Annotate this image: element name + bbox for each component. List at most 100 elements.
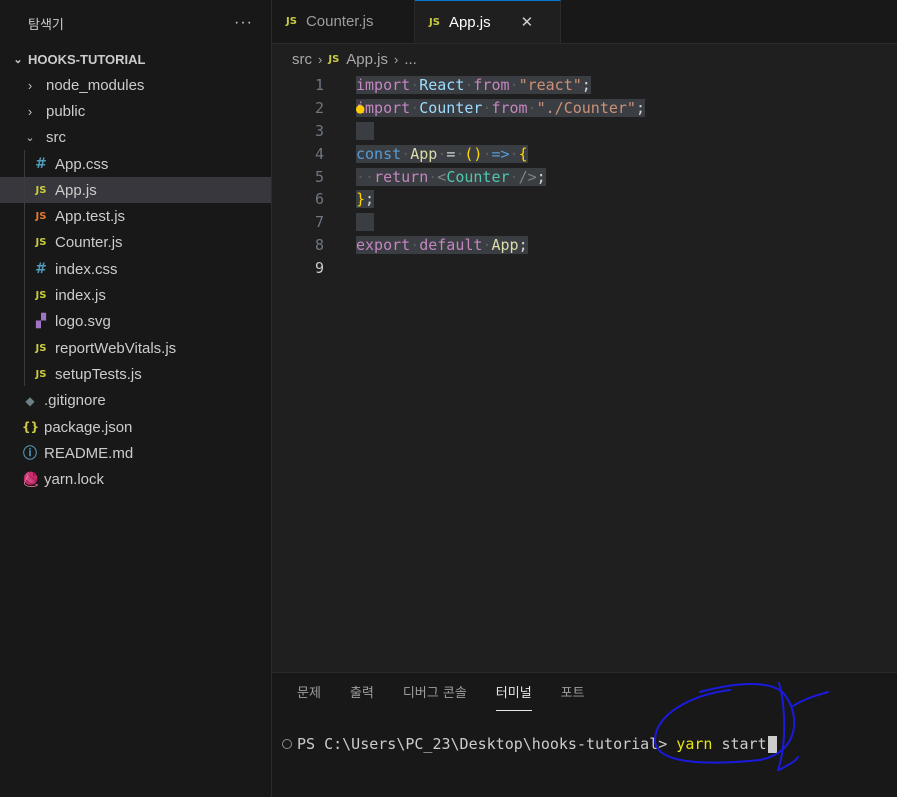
file-counter-js[interactable]: JS Counter.js xyxy=(0,230,271,256)
file-label: index.css xyxy=(55,260,118,278)
js-file-icon: JS xyxy=(328,53,340,65)
json-file-icon: {} xyxy=(22,420,40,434)
js-file-icon: JS xyxy=(35,237,47,249)
terminal-cursor xyxy=(767,735,777,753)
chevron-down-icon: ⌄ xyxy=(25,132,35,145)
folder-src[interactable]: ⌄ src xyxy=(0,125,271,151)
bottom-panel: 문제 출력 디버그 콘솔 터미널 포트 PS C:\Users\PC_23\De… xyxy=(272,672,897,797)
project-root[interactable]: ⌄ HOOKS-TUTORIAL xyxy=(0,46,271,72)
chevron-right-icon: › xyxy=(318,51,323,67)
tab-label: Counter.js xyxy=(305,13,374,30)
breadcrumb-file[interactable]: App.js xyxy=(346,51,388,68)
tab-output[interactable]: 출력 xyxy=(350,682,374,711)
tab-label: App.js xyxy=(448,13,491,31)
code-editor[interactable]: 1 import·React·from·"react"; 2 import·Co… xyxy=(272,74,897,279)
file-label: package.json xyxy=(44,418,133,436)
explorer-header: 탐색기 ··· xyxy=(0,0,271,46)
line-number: 4 xyxy=(314,144,324,163)
chevron-right-icon: › xyxy=(393,51,399,67)
breadcrumb: src › JS App.js › ... xyxy=(272,44,897,74)
code-line-2: 2 import·Counter·from·"./Counter"; xyxy=(272,97,897,120)
file-label: reportWebVitals.js xyxy=(55,339,177,357)
code-line-3: 3 xyxy=(272,120,897,143)
file-label: yarn.lock xyxy=(44,471,105,489)
file-app-test-js[interactable]: JS App.test.js xyxy=(0,203,271,229)
js-file-icon: JS xyxy=(286,16,297,27)
tab-debug-console[interactable]: 디버그 콘솔 xyxy=(403,682,467,711)
folder-label: node_modules xyxy=(46,76,145,94)
css-file-icon: # xyxy=(35,156,47,173)
terminal-input-line[interactable]: PS C:\Users\PC_23\Desktop\hooks-tutorial… xyxy=(282,735,777,753)
lightbulb-icon[interactable]: ● xyxy=(356,101,364,117)
indent-guide xyxy=(24,150,25,386)
code-line-7: 7 xyxy=(272,211,897,234)
file-setup-tests-js[interactable]: JS setupTests.js xyxy=(0,361,271,387)
editor-tabs: JS Counter.js JS App.js ✕ xyxy=(272,0,897,44)
chevron-down-icon: ⌄ xyxy=(13,53,23,66)
tab-problems[interactable]: 문제 xyxy=(297,682,321,711)
close-icon[interactable]: ✕ xyxy=(521,13,534,31)
file-readme-md[interactable]: ⓘ README.md xyxy=(0,440,271,466)
file-app-js[interactable]: JS App.js xyxy=(0,177,271,204)
tab-terminal[interactable]: 터미널 xyxy=(495,682,532,711)
file-index-js[interactable]: JS index.js xyxy=(0,282,271,308)
chevron-right-icon: › xyxy=(27,77,33,93)
git-file-icon: ◆ xyxy=(25,393,35,408)
folder-label: src xyxy=(46,129,66,147)
folder-label: public xyxy=(46,102,86,120)
folder-public[interactable]: › public xyxy=(0,98,271,124)
yarn-file-icon: 🧶 xyxy=(22,471,40,488)
file-gitignore[interactable]: ◆ .gitignore xyxy=(0,388,271,414)
line-number: 9 xyxy=(314,258,324,277)
js-file-icon: JS xyxy=(429,16,440,28)
terminal-argument: start xyxy=(712,735,767,753)
panel-tabs: 문제 출력 디버그 콘솔 터미널 포트 xyxy=(272,673,897,711)
svg-file-icon: ▞ xyxy=(36,314,46,330)
file-logo-svg[interactable]: ▞ logo.svg xyxy=(0,309,271,335)
line-number: 5 xyxy=(314,167,324,186)
js-file-icon: JS xyxy=(35,368,47,380)
explorer-title: 탐색기 xyxy=(28,16,64,32)
tab-app-js[interactable]: JS App.js ✕ xyxy=(415,0,561,43)
js-test-file-icon: JS xyxy=(35,211,47,223)
code-text: ··return·<Counter·/>; xyxy=(356,167,546,186)
chevron-right-icon: › xyxy=(27,103,33,119)
code-text: }; xyxy=(356,190,375,209)
explorer-sidebar: 탐색기 ··· ⌄ HOOKS-TUTORIAL › node_modules … xyxy=(0,0,272,797)
code-text: import·React·from·"react"; xyxy=(356,76,591,95)
file-label: setupTests.js xyxy=(55,365,142,383)
file-app-css[interactable]: # App.css xyxy=(0,151,271,177)
info-file-icon: ⓘ xyxy=(23,446,37,463)
editor-area: JS Counter.js JS App.js ✕ src › JS App.j… xyxy=(272,0,897,672)
code-line-9: 9 xyxy=(272,256,897,279)
file-index-css[interactable]: # index.css xyxy=(0,256,271,282)
folder-node-modules[interactable]: › node_modules xyxy=(0,72,271,98)
file-label: index.js xyxy=(55,287,106,305)
file-report-web-vitals-js[interactable]: JS reportWebVitals.js xyxy=(0,335,271,361)
tab-ports[interactable]: 포트 xyxy=(561,682,585,711)
more-actions-icon[interactable]: ··· xyxy=(234,14,253,32)
tab-counter-js[interactable]: JS Counter.js xyxy=(272,0,415,43)
breadcrumb-symbol[interactable]: ... xyxy=(404,51,417,68)
code-line-5: 5 ··return·<Counter·/>; xyxy=(272,165,897,188)
line-number: 1 xyxy=(314,76,324,95)
file-label: App.css xyxy=(55,155,109,173)
file-label: App.js xyxy=(55,181,97,199)
file-label: App.test.js xyxy=(55,208,126,226)
file-label: logo.svg xyxy=(55,313,111,331)
file-yarn-lock[interactable]: 🧶 yarn.lock xyxy=(0,466,271,492)
command-status-icon xyxy=(282,739,292,749)
file-package-json[interactable]: {} package.json xyxy=(0,414,271,440)
code-line-4: 4 const·App·=·()·=>·{ xyxy=(272,142,897,165)
css-file-icon: # xyxy=(35,261,47,278)
code-text: import·Counter·from·"./Counter"; xyxy=(356,99,645,118)
file-label: .gitignore xyxy=(44,392,106,410)
line-number: 8 xyxy=(314,235,324,254)
file-label: Counter.js xyxy=(55,234,123,252)
code-line-1: 1 import·React·from·"react"; xyxy=(272,74,897,97)
breadcrumb-folder[interactable]: src xyxy=(292,51,312,68)
js-file-icon: JS xyxy=(35,290,47,302)
line-number: 7 xyxy=(314,213,324,232)
js-file-icon: JS xyxy=(35,342,47,354)
code-text xyxy=(356,213,375,232)
